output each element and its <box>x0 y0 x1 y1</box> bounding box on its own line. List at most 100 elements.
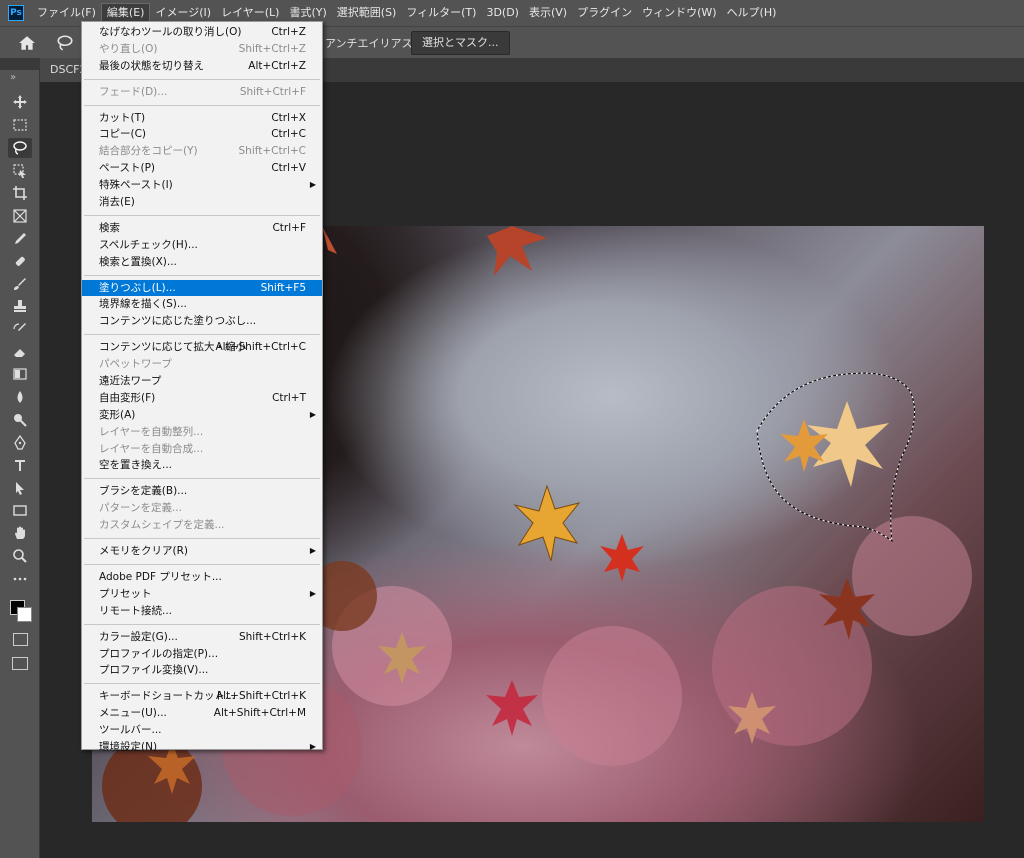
move-icon[interactable] <box>8 92 32 112</box>
menu-item[interactable]: 表示(V) <box>524 3 572 23</box>
select-and-mask-button[interactable]: 選択とマスク... <box>411 31 510 55</box>
menu-separator <box>84 78 320 80</box>
menu-item[interactable]: プラグイン <box>572 3 637 23</box>
edit-menu-item[interactable]: カラー設定(G)... Shift+Ctrl+K <box>82 629 322 646</box>
tools-panel: » <box>0 70 40 858</box>
menu-item[interactable]: ファイル(F) <box>32 3 101 23</box>
edit-menu-item[interactable]: 検索と置換(X)... <box>82 254 322 271</box>
edit-menu-item[interactable]: 消去(E) <box>82 194 322 211</box>
menu-item-shortcut: Ctrl+Z <box>271 26 306 38</box>
edit-menu-item[interactable]: プリセット ▶ <box>82 586 322 603</box>
hand-icon[interactable] <box>8 523 32 543</box>
edit-menu-item[interactable]: 塗りつぶし(L)... Shift+F5 <box>82 279 322 297</box>
edit-menu-item[interactable]: カット(T) Ctrl+X <box>82 110 322 127</box>
background-color-swatch[interactable] <box>17 607 32 622</box>
menu-item-label: メニュー(U)... <box>99 707 167 720</box>
edit-menu-item[interactable]: 検索 Ctrl+F <box>82 220 322 237</box>
edit-menu-item[interactable]: キーボードショートカット... Alt+Shift+Ctrl+K <box>82 688 322 705</box>
submenu-arrow-icon: ▶ <box>309 409 316 419</box>
object-select-icon[interactable] <box>8 161 32 181</box>
edit-menu-item[interactable]: 最後の状態を切り替え Alt+Ctrl+Z <box>82 58 322 75</box>
brush-icon[interactable] <box>8 274 32 294</box>
menu-item-label: メモリをクリア(R) <box>99 545 188 558</box>
menu-item[interactable]: ヘルプ(H) <box>722 3 782 23</box>
photoshop-logo[interactable]: Ps <box>8 5 24 21</box>
menu-item[interactable]: 編集(E) <box>100 3 151 23</box>
menu-item[interactable]: ウィンドウ(W) <box>637 3 721 23</box>
menu-item-label: コンテンツに応じた塗りつぶし... <box>99 315 257 328</box>
edit-menu-item[interactable]: なげなわツールの取り消し(O) Ctrl+Z <box>82 24 322 41</box>
edit-menu-item[interactable]: プロファイル変換(V)... <box>82 662 322 679</box>
dodge-icon[interactable] <box>8 410 32 430</box>
menu-item-shortcut: Ctrl+C <box>271 128 306 141</box>
edit-menu-item[interactable]: ブラシを定義(B)... <box>82 483 322 500</box>
edit-menu-item[interactable]: スペルチェック(H)... <box>82 237 322 254</box>
collapse-panel-icon[interactable]: » <box>10 72 16 83</box>
eyedropper-icon[interactable] <box>8 229 32 249</box>
edit-menu-item[interactable]: コピー(C) Ctrl+C <box>82 126 322 143</box>
edit-menu-item[interactable]: コンテンツに応じて拡大・縮小 Alt+Shift+Ctrl+C <box>82 339 322 356</box>
menu-item-shortcut: Shift+Ctrl+C <box>238 145 306 158</box>
zoom-icon[interactable] <box>8 546 32 566</box>
menu-item-shortcut: Alt+Shift+Ctrl+K <box>215 690 306 703</box>
menu-item-label: 環境設定(N) <box>99 740 158 753</box>
submenu-arrow-icon: ▶ <box>309 546 316 556</box>
edit-menu-item[interactable]: 環境設定(N) ▶ <box>82 739 322 756</box>
frame-icon[interactable] <box>8 206 32 226</box>
edit-menu-item[interactable]: メニュー(U)... Alt+Shift+Ctrl+M <box>82 705 322 722</box>
edit-menu-item[interactable]: Adobe PDF プリセット... <box>82 569 322 586</box>
edit-menu-item[interactable]: コンテンツに応じた塗りつぶし... <box>82 313 322 330</box>
edit-menu-item[interactable]: 遠近法ワープ <box>82 373 322 390</box>
screen-mode-icon[interactable] <box>12 657 28 670</box>
menu-item[interactable]: フィルター(T) <box>401 3 481 23</box>
crop-icon[interactable] <box>8 183 32 203</box>
menu-separator <box>84 334 320 336</box>
edit-menu-item[interactable]: 空を置き換え... <box>82 457 322 474</box>
menu-item-shortcut: Ctrl+V <box>271 162 306 175</box>
edit-menu-item[interactable]: ツールバー... <box>82 722 322 739</box>
gradient-icon[interactable] <box>8 364 32 384</box>
menu-item-label: 空を置き換え... <box>99 459 173 472</box>
lasso-tool-preset-icon[interactable] <box>56 34 74 52</box>
edit-menu-item[interactable]: 自由変形(F) Ctrl+T <box>82 390 322 407</box>
blur-icon[interactable] <box>8 387 32 407</box>
edit-menu-item[interactable]: 境界線を描く(S)... <box>82 296 322 313</box>
pen-icon[interactable] <box>8 433 32 453</box>
menu-item-label: 境界線を描く(S)... <box>99 298 187 311</box>
edit-menu-item[interactable]: 特殊ペースト(I) ▶ <box>82 177 322 194</box>
edit-menu-item[interactable]: リモート接続... <box>82 603 322 620</box>
healing-icon[interactable] <box>8 251 32 271</box>
menu-item-label: 消去(E) <box>99 196 135 209</box>
menu-item-label: パペットワープ <box>99 358 172 371</box>
more-icon[interactable] <box>8 569 32 589</box>
menu-item[interactable]: 選択範囲(S) <box>332 3 402 23</box>
marquee-icon[interactable] <box>8 115 32 135</box>
menu-item-label: レイヤーを自動整列... <box>99 425 204 438</box>
menu-item-shortcut: Alt+Ctrl+Z <box>248 59 306 72</box>
rectangle-icon[interactable] <box>8 500 32 520</box>
eraser-icon[interactable] <box>8 342 32 362</box>
menu-item[interactable]: 書式(Y) <box>284 3 331 23</box>
menu-item-shortcut: Ctrl+X <box>271 111 306 124</box>
edit-menu-item[interactable]: プロファイルの指定(P)... <box>82 646 322 663</box>
lasso-icon[interactable] <box>8 138 32 158</box>
path-select-icon[interactable] <box>8 478 32 498</box>
menu-separator <box>84 623 320 625</box>
edit-menu-item[interactable]: 変形(A) ▶ <box>82 407 322 424</box>
menu-item-label: 最後の状態を切り替え <box>99 59 204 72</box>
antialias-checkbox-label[interactable]: アンチエイリアス <box>325 35 413 51</box>
edit-menu-item[interactable]: メモリをクリア(R) ▶ <box>82 543 322 560</box>
home-icon[interactable] <box>18 34 36 52</box>
menu-item-label: プロファイル変換(V)... <box>99 664 209 677</box>
history-brush-icon[interactable] <box>8 319 32 339</box>
menu-separator <box>84 683 320 685</box>
menu-item[interactable]: レイヤー(L) <box>216 3 284 23</box>
menu-item-label: ペースト(P) <box>99 162 155 175</box>
quick-mask-icon[interactable] <box>13 633 28 646</box>
stamp-icon[interactable] <box>8 296 32 316</box>
type-icon[interactable] <box>8 455 32 475</box>
menu-item[interactable]: イメージ(I) <box>150 3 216 23</box>
menu-item-shortcut: Shift+F5 <box>260 281 306 294</box>
edit-menu-item[interactable]: ペースト(P) Ctrl+V <box>82 160 322 177</box>
menu-item[interactable]: 3D(D) <box>481 3 524 23</box>
